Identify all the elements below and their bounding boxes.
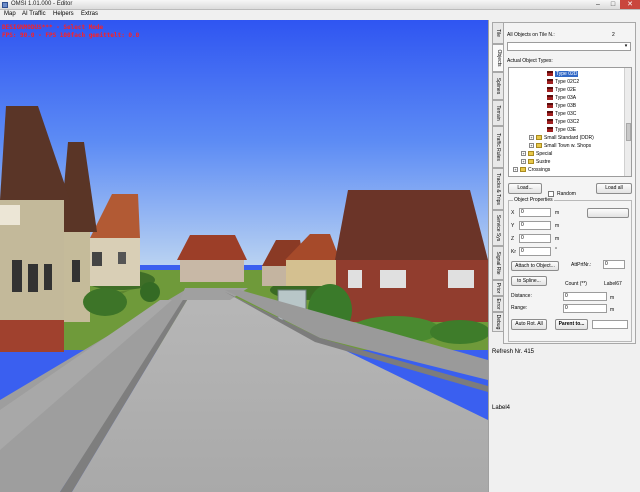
house-icon [547, 103, 553, 109]
z-label: Z [511, 236, 515, 242]
tree-item-special[interactable]: + Special [521, 150, 552, 158]
expand-icon[interactable]: + [521, 151, 526, 157]
distance-field[interactable]: 0 [563, 292, 607, 301]
tree-item-type-03a[interactable]: Type 03A [547, 94, 576, 102]
tree-item-type-03b[interactable]: Type 03B [547, 102, 576, 110]
x-label: X [511, 210, 515, 216]
load-all-button[interactable]: Load all [596, 183, 632, 194]
scene-render [0, 20, 488, 492]
app-icon [2, 2, 8, 8]
folder-icon [528, 159, 534, 165]
house-icon [547, 79, 553, 85]
object-properties-legend: Object Properties [513, 197, 554, 203]
label4-text: Label4 [492, 405, 511, 411]
menu-bar: Map AI Traffic Helpers Extras [0, 10, 640, 20]
attach-part-number-label: AttPrtNr.: [571, 262, 592, 268]
distance-label: Distance: [511, 293, 532, 299]
object-types-tree[interactable]: Type 02D Type 02C2 Type 02E Type 03A Typ… [508, 67, 632, 177]
tree-item-sustre[interactable]: + Sustre [521, 158, 550, 166]
all-objects-label: All Objects on Tile N.: [507, 32, 555, 38]
actual-object-types-label: Actual Object Types: [507, 58, 553, 64]
expand-icon[interactable]: + [529, 143, 534, 149]
z-unit: m [555, 236, 560, 242]
x-position-field[interactable]: 0 [519, 208, 551, 217]
house-icon [547, 111, 553, 117]
kr-rotation-field[interactable]: 0 [519, 247, 551, 256]
house-icon [547, 95, 553, 101]
tree-item-crossings[interactable]: + Crossings [513, 166, 550, 174]
tree-item-small-standard[interactable]: + Small Standard (DDR) [529, 134, 594, 142]
refresh-number-label: Refresh Nr. 415 [492, 349, 535, 355]
y-unit: m [555, 223, 560, 229]
kr-label: Kr [511, 249, 516, 255]
attach-part-number-field[interactable]: 0 [603, 260, 625, 269]
tile-object-count: 2 [612, 32, 615, 38]
tree-item-type-03e[interactable]: Type 03E [547, 126, 576, 134]
tree-item-type-02c2[interactable]: Type 02C2 [547, 78, 579, 86]
parent-to-button[interactable]: Parent to... [555, 319, 588, 330]
title-bar: OMSI 1.01.000 - Editor – □ ✕ [0, 0, 640, 10]
range-unit: m [610, 307, 615, 313]
3d-viewport[interactable]: DESIGNMODUS*** - Select Mode FPS: 90.0 -… [0, 20, 488, 492]
folder-icon [536, 135, 542, 141]
auto-rot-all-button[interactable]: Auto Rot. All [511, 319, 547, 330]
expand-icon[interactable]: + [529, 135, 534, 141]
folder-icon [536, 143, 542, 149]
minimize-button[interactable]: – [591, 0, 605, 9]
parent-to-field[interactable] [592, 320, 628, 329]
distance-unit: m [610, 295, 615, 301]
load-button[interactable]: Load... [508, 183, 542, 194]
kr-unit: ° [555, 247, 557, 253]
random-label: Random [557, 191, 576, 197]
close-button[interactable]: ✕ [620, 0, 640, 9]
tree-item-type-02e[interactable]: Type 02E [547, 86, 576, 94]
menu-map[interactable]: Map [4, 11, 16, 17]
tree-item-small-town-shops[interactable]: + Small Town w. Shops [529, 142, 591, 150]
house-icon [547, 87, 553, 93]
window-title: OMSI 1.01.000 - Editor [11, 1, 73, 7]
chevron-down-icon: ▾ [624, 43, 628, 49]
tree-item-type-03c2[interactable]: Type 03C2 [547, 118, 579, 126]
y-position-field[interactable]: 0 [519, 221, 551, 230]
mode-status-text: DESIGNMODUS*** - Select Mode [2, 24, 104, 31]
maximize-button[interactable]: □ [606, 0, 620, 9]
fps-status-text: FPS: 90.0 - FPS 100fach gemittelt: 0.0 [2, 32, 140, 39]
house-icon [547, 127, 553, 133]
scrollbar-thumb[interactable] [626, 123, 631, 141]
tree-item-type-02d[interactable]: Type 02D [547, 70, 579, 78]
house-icon [547, 71, 553, 77]
folder-icon [520, 167, 526, 173]
menu-extras[interactable]: Extras [81, 11, 98, 17]
y-label: Y [511, 223, 515, 229]
house-icon [547, 119, 553, 125]
attach-to-object-button[interactable]: Attach to Object... [511, 261, 559, 271]
x-unit: m [555, 210, 560, 216]
range-label: Range: [511, 305, 528, 311]
z-position-field[interactable]: 0 [519, 234, 551, 243]
menu-helpers[interactable]: Helpers [53, 11, 74, 17]
expand-icon[interactable]: + [513, 167, 518, 173]
range-field[interactable]: 0 [563, 304, 607, 313]
expand-icon[interactable]: + [521, 159, 526, 165]
folder-icon [528, 151, 534, 157]
menu-ai-traffic[interactable]: AI Traffic [22, 11, 46, 17]
label67-text: Label67 [604, 281, 622, 287]
tile-objects-dropdown[interactable]: ▾ [507, 42, 631, 51]
blank-property-button[interactable] [587, 208, 629, 218]
tree-scrollbar[interactable] [624, 68, 631, 176]
tree-item-type-03c[interactable]: Type 03C [547, 110, 576, 118]
count-label: Count (**) [565, 281, 587, 287]
attach-to-spline-button[interactable]: to Spline... [511, 276, 547, 286]
